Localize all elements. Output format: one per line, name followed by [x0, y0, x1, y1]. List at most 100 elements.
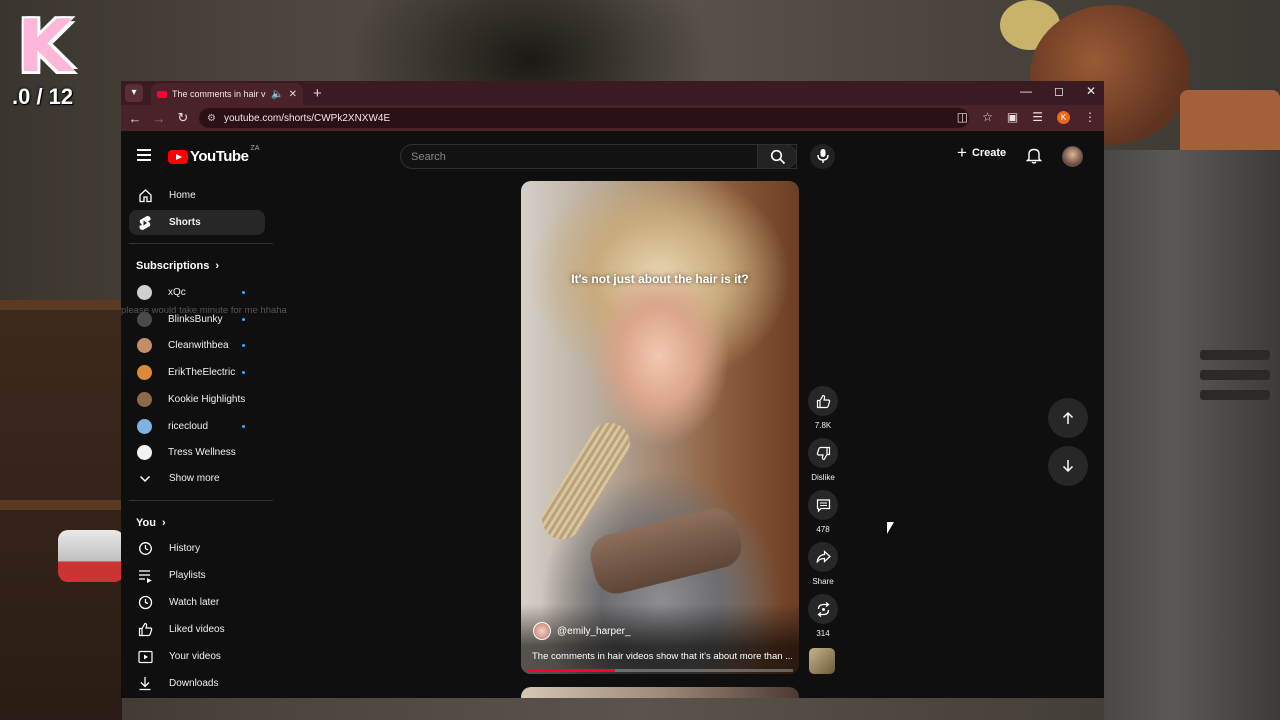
search-button[interactable] — [757, 144, 797, 169]
sidebar-subscription-blinksbunky[interactable]: BlinksBunky — [129, 307, 265, 332]
sidebar-item-liked-videos[interactable]: Liked videos — [129, 617, 265, 642]
next-short-button[interactable] — [1048, 446, 1088, 486]
subscription-avatar — [137, 338, 152, 354]
url-field[interactable]: ⚙ youtube.com/shorts/CWPk2XNXW4E — [199, 108, 969, 128]
show-more-button[interactable]: Show more — [129, 466, 265, 491]
sidebar-item-your-videos[interactable]: Your videos — [129, 644, 265, 669]
create-label: Create — [971, 147, 1007, 159]
thumbs-up-icon — [816, 394, 830, 408]
new-content-dot-icon — [242, 371, 245, 375]
sidebar-item-shorts[interactable]: Shorts — [129, 210, 265, 235]
chevron-right-icon: › — [215, 260, 220, 272]
previous-short-button[interactable] — [1048, 398, 1088, 438]
sidebar-subscription-cleanwithbea[interactable]: Cleanwithbea — [129, 333, 265, 358]
short-title[interactable]: The comments in hair videos show that it… — [532, 651, 792, 662]
subscription-avatar — [137, 311, 152, 327]
site-info-icon[interactable]: ⚙ — [207, 113, 216, 124]
chevron-down-icon — [137, 471, 153, 487]
new-content-dot-icon — [242, 344, 245, 348]
subscriptions-heading[interactable]: Subscriptions › — [136, 260, 219, 272]
install-app-icon[interactable]: ◫ — [957, 110, 968, 124]
channel-logo: K — [17, 4, 73, 88]
sidebar-subscription-eriktheelectric[interactable]: ErikTheElectric — [129, 360, 265, 385]
new-tab-button[interactable]: + — [313, 85, 322, 102]
search-input[interactable]: Search — [400, 144, 797, 169]
sidebar-item-label: ErikTheElectric — [168, 367, 236, 379]
back-icon[interactable]: ← — [123, 111, 147, 126]
share-button[interactable]: Share — [807, 542, 839, 586]
youtube-logo[interactable]: YouTube ZA — [168, 145, 260, 165]
reload-icon[interactable]: ↻ — [171, 110, 195, 126]
video-progress-bar[interactable] — [527, 669, 793, 672]
shorts-video-player[interactable]: It's not just about the hair is it? @emi… — [521, 181, 799, 674]
sidebar-item-label: Watch later — [169, 597, 220, 608]
youtube-wordmark: YouTube — [190, 148, 249, 165]
sidebar-item-label: History — [169, 543, 201, 554]
subscriptions-title: Subscriptions — [136, 260, 210, 272]
subscription-avatar — [137, 418, 152, 434]
sidebar-item-label: ricecloud — [168, 420, 209, 432]
sidebar: Home Shorts please would take minute for… — [121, 181, 287, 698]
bookmark-star-icon[interactable]: ☆ — [982, 110, 993, 124]
create-button[interactable]: + Create — [957, 143, 1007, 162]
close-window-icon[interactable]: ✕ — [1086, 84, 1096, 98]
profile-avatar[interactable]: K — [1057, 110, 1070, 124]
arrow-up-icon — [1062, 411, 1074, 424]
sidebar-item-downloads[interactable]: Downloads — [129, 671, 265, 696]
youtube-favicon-icon — [157, 90, 167, 98]
channel-avatar[interactable] — [533, 622, 551, 640]
address-bar: ← → ↻ ⚙ youtube.com/shorts/CWPk2XNXW4E ◫… — [121, 105, 1104, 131]
forward-icon[interactable]: → — [147, 111, 171, 126]
tab-title: The comments in hair video — [172, 89, 266, 99]
tab-close-icon[interactable]: ✕ — [289, 89, 297, 100]
sidebar-subscription-xqc[interactable]: xQc — [129, 280, 265, 305]
browser-tab[interactable]: The comments in hair video 🔈 ✕ — [151, 83, 303, 105]
voice-search-button[interactable] — [810, 144, 835, 169]
video-caption: It's not just about the hair is it? — [571, 272, 749, 286]
history-icon — [137, 541, 153, 557]
hamburger-menu-icon[interactable] — [137, 149, 151, 161]
comments-button[interactable]: 478 — [807, 490, 839, 534]
account-avatar[interactable] — [1062, 146, 1083, 167]
plus-icon: + — [957, 143, 967, 162]
sidebar-subscription-tress-wellness[interactable]: Tress Wellness — [129, 440, 265, 465]
sidebar-item-playlists[interactable]: Playlists — [129, 563, 265, 588]
notifications-bell-icon[interactable] — [1025, 147, 1043, 169]
like-button[interactable]: 7.8K — [807, 386, 839, 430]
share-label: Share — [812, 577, 834, 586]
browser-window: ▾ The comments in hair video 🔈 ✕ + — ◻ ✕… — [121, 81, 1104, 698]
sidebar-item-history[interactable]: History — [129, 536, 265, 561]
sound-thumbnail[interactable] — [809, 648, 835, 674]
show-more-label: Show more — [169, 473, 220, 484]
dislike-button[interactable]: Dislike — [807, 438, 839, 482]
dislike-label: Dislike — [811, 473, 835, 482]
sidebar-subscription-ricecloud[interactable]: ricecloud — [129, 414, 265, 439]
next-short-preview[interactable] — [521, 687, 799, 698]
sidebar-item-home[interactable]: Home — [129, 183, 265, 208]
video-icon — [137, 649, 153, 665]
sidebar-item-label: Cleanwithbea — [168, 340, 229, 352]
sidebar-item-label: Home — [169, 190, 196, 201]
you-heading[interactable]: You › — [136, 517, 166, 529]
browser-menu-icon[interactable]: ⋮ — [1084, 110, 1096, 124]
short-channel[interactable]: @emily_harper_ — [533, 622, 631, 640]
speaker-icon[interactable]: 🔈 — [271, 89, 283, 100]
media-control-icon[interactable]: ☰ — [1032, 110, 1043, 124]
channel-handle[interactable]: @emily_harper_ — [557, 626, 631, 637]
background-locker — [1104, 150, 1280, 720]
like-count: 7.8K — [814, 421, 832, 430]
remix-button[interactable]: 314 — [807, 594, 839, 638]
country-code: ZA — [250, 145, 260, 152]
window-controls: — ◻ ✕ — [1020, 84, 1096, 98]
sidebar-subscription-kookie-highlights[interactable]: Kookie Highlights — [129, 387, 265, 412]
extensions-icon[interactable]: ▣ — [1007, 110, 1018, 124]
sidebar-item-watch-later[interactable]: Watch later — [129, 590, 265, 615]
microphone-icon — [817, 149, 829, 163]
sidebar-item-label: Downloads — [169, 678, 219, 689]
youtube-header: YouTube ZA Search + Create — [121, 131, 1104, 181]
maximize-icon[interactable]: ◻ — [1054, 84, 1064, 98]
minimize-icon[interactable]: — — [1020, 84, 1032, 98]
tab-search-button[interactable]: ▾ — [125, 84, 143, 102]
new-content-dot-icon — [242, 291, 245, 294]
you-title: You — [136, 517, 156, 529]
